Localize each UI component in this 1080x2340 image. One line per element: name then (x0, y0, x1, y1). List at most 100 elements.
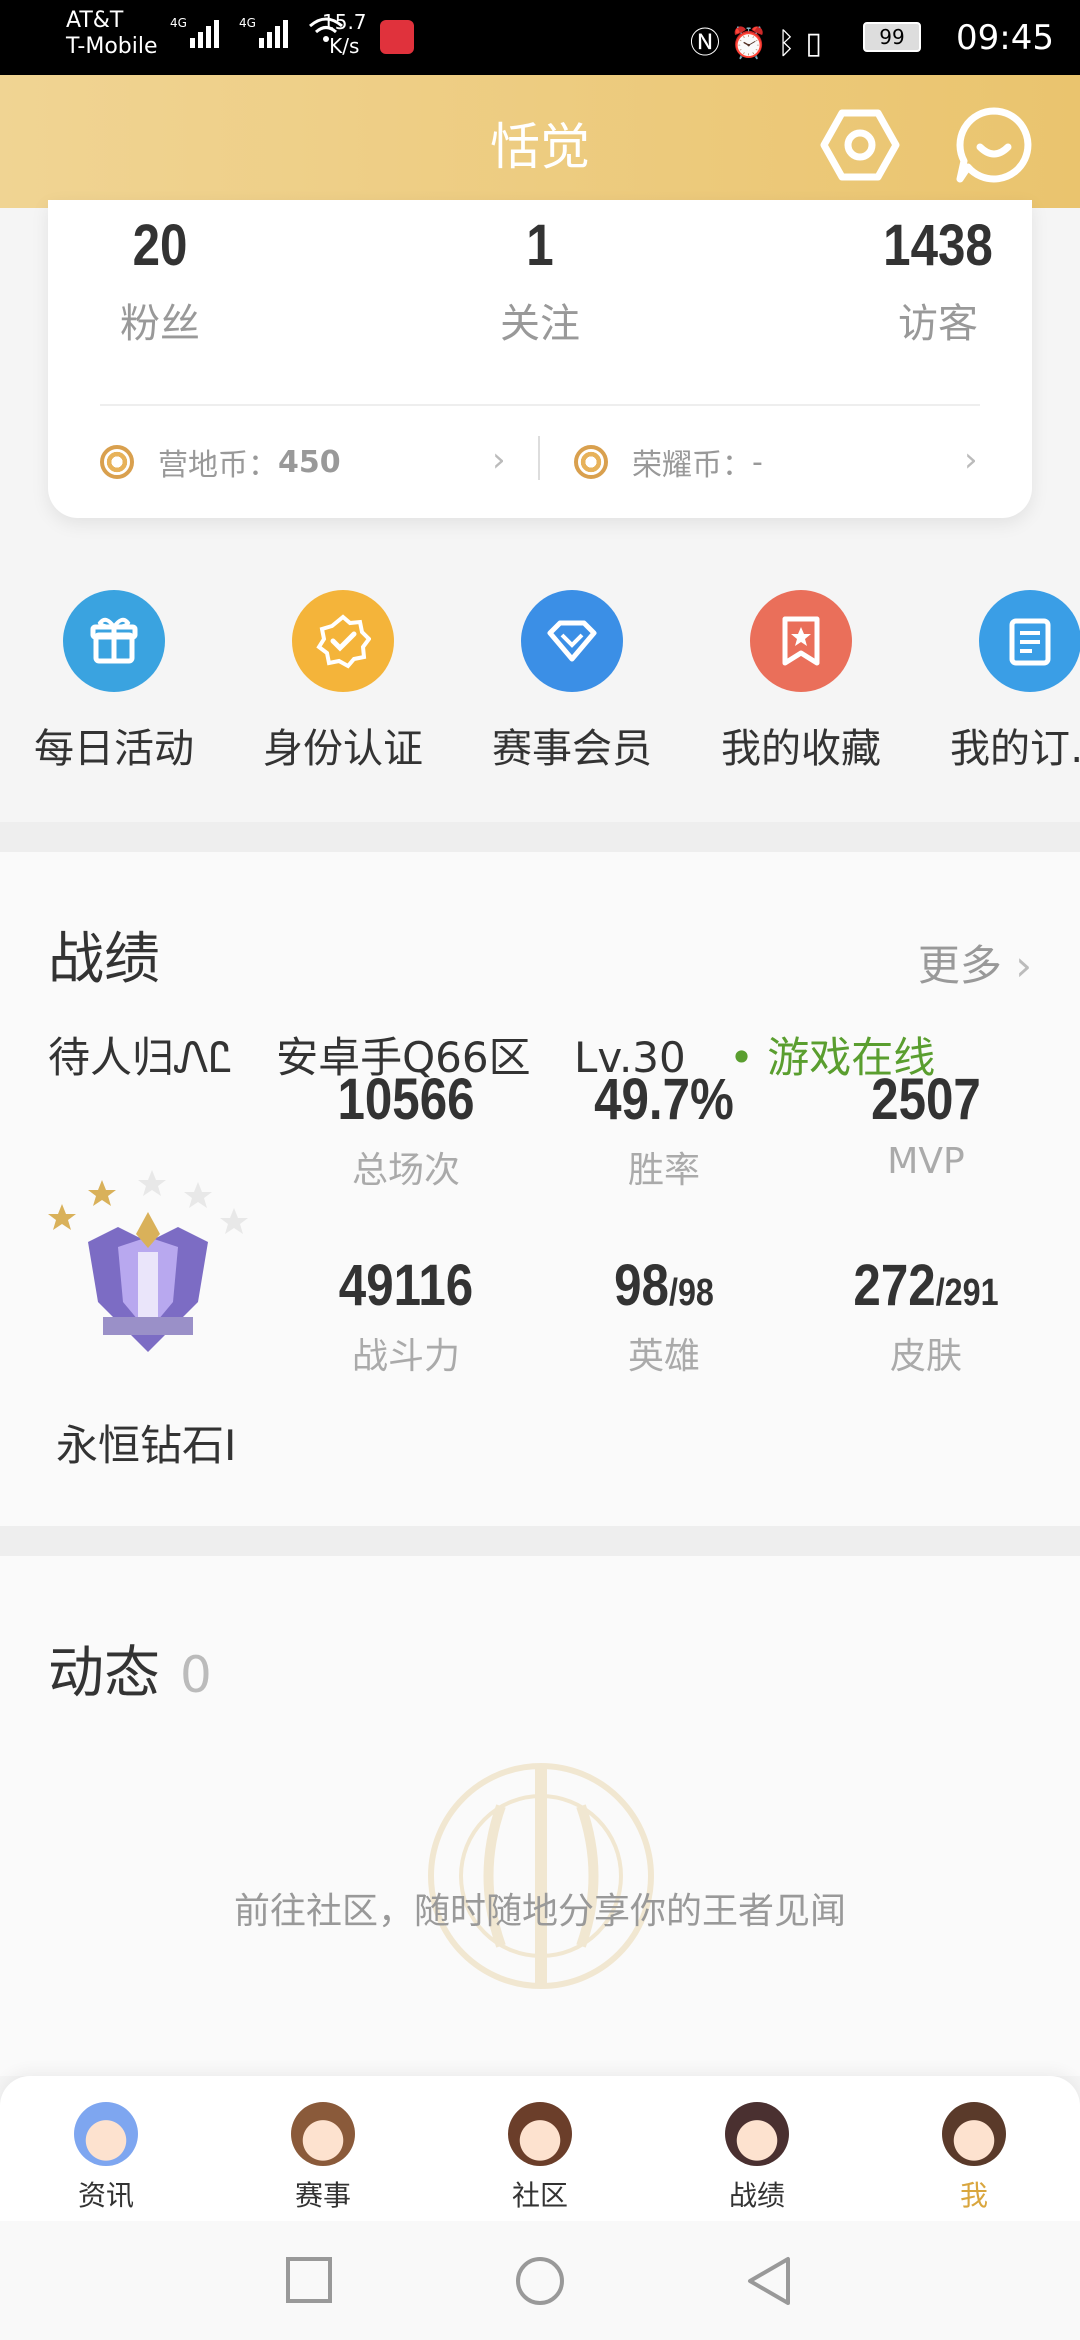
records-title: 战绩 (48, 927, 160, 992)
player-name: 待人归ᏁᏝ (48, 1033, 233, 1082)
tab-events[interactable]: 赛事 (253, 2102, 393, 2214)
camp-coin-value: 450 (278, 444, 341, 480)
more-label: 更多 (917, 941, 1002, 990)
tab-label: 社区 (511, 2179, 568, 2212)
rank-badge-icon[interactable] (48, 1152, 248, 1372)
carrier-text: AT&T T-Mobile (66, 8, 158, 60)
tab-label: 资讯 (77, 2179, 134, 2212)
bluetooth-icon: ᛒ (777, 26, 806, 61)
news-avatar-icon (74, 2102, 138, 2166)
shortcut-event-membership[interactable]: 赛事会员 (472, 590, 672, 774)
tab-label: 我 (959, 2179, 988, 2212)
status-bar: AT&T T-Mobile 4G 4G 15.7 K/s Ⓝ⏰ᛒ▯ 99 09:… (0, 0, 1080, 75)
recents-button[interactable] (284, 2255, 334, 2309)
game-stat-total-matches: 10566 总场次 (286, 1066, 526, 1193)
shortcut-my-orders[interactable]: 我的订… (930, 590, 1080, 774)
stat-value: 10566 (337, 1067, 475, 1132)
page-title: 恬觉 (490, 118, 590, 176)
shortcut-label: 身份认证 (263, 726, 423, 772)
stat-label: 皮肤 (889, 1336, 962, 1377)
stat-value: 49.7% (594, 1067, 734, 1132)
nfc-icon: Ⓝ (690, 26, 730, 61)
stat-label: 英雄 (627, 1336, 700, 1377)
shortcut-my-favorites[interactable]: 我的收藏 (701, 590, 901, 774)
square-icon (286, 2257, 332, 2303)
vibrate-icon: ▯ (805, 26, 832, 61)
bottom-tab-bar: 资讯 赛事 社区 战绩 我 (0, 2076, 1080, 2221)
system-icons: Ⓝ⏰ᛒ▯ (690, 18, 832, 62)
tab-news[interactable]: 资讯 (36, 2102, 176, 2214)
section-gap (0, 1526, 1080, 1556)
camp-coin-label: 营地币： (158, 448, 278, 483)
tab-label: 战绩 (728, 2179, 785, 2212)
tab-label: 赛事 (294, 2179, 351, 2212)
system-navigation-bar (0, 2221, 1080, 2340)
following-label: 关注 (500, 301, 580, 347)
stat-label: 总场次 (351, 1150, 460, 1191)
dynamics-count: 0 (180, 1646, 212, 1704)
clipboard-icon (979, 590, 1080, 692)
empty-state-emblem-icon (416, 1726, 666, 2026)
shortcut-row: 每日活动 身份认证 赛事会员 我的收藏 我的订… (0, 590, 1080, 820)
honor-coin-row[interactable]: 荣耀币： - (574, 440, 763, 484)
shortcut-label: 每日活动 (34, 726, 194, 772)
following-stat[interactable]: 1 关注 (460, 212, 620, 349)
verified-badge-icon (292, 590, 394, 692)
stat-value: 2507 (871, 1067, 981, 1132)
coin-separator (538, 436, 540, 480)
stat-value: 272/291 (824, 1252, 1028, 1319)
gift-icon (63, 590, 165, 692)
bookmark-star-icon (750, 590, 852, 692)
notification-app-icon (380, 20, 414, 54)
stat-label: 胜率 (627, 1150, 700, 1191)
signal-strength-icon: 4G (170, 16, 219, 48)
stat-label: MVP (887, 1141, 965, 1182)
section-gap (0, 822, 1080, 852)
home-button[interactable] (514, 2255, 566, 2311)
game-stat-skins: 272/291 皮肤 (806, 1252, 1046, 1379)
diamond-icon (521, 590, 623, 692)
fans-label: 粉丝 (120, 301, 200, 347)
me-avatar-icon (942, 2102, 1006, 2166)
visitors-label: 访客 (898, 301, 978, 347)
more-link[interactable]: 更多 › (918, 932, 1032, 993)
events-avatar-icon (291, 2102, 355, 2166)
dynamics-title: 动态 0 (48, 1628, 212, 1709)
community-avatar-icon (508, 2102, 572, 2166)
heroes-owned: 98 (614, 1253, 669, 1318)
records-section: 战绩 更多 › 待人归ᏁᏝ 安卓手Q66区 Lv.30 • 游戏在线 永恒钻石I… (0, 852, 1080, 1526)
triangle-back-icon (748, 2257, 790, 2305)
speed-unit: K/s (329, 34, 360, 58)
stat-value: 49116 (338, 1253, 474, 1318)
dynamics-label: 动态 (48, 1641, 160, 1706)
following-count: 1 (526, 213, 554, 278)
camp-coin-row[interactable]: 营地币： 450 (100, 440, 341, 484)
tab-me[interactable]: 我 (904, 2102, 1044, 2214)
message-button[interactable] (954, 105, 1034, 185)
tab-community[interactable]: 社区 (470, 2102, 610, 2214)
back-button[interactable] (744, 2255, 794, 2311)
signal-strength-icon-2: 4G (239, 16, 288, 48)
camp-coin-icon (100, 445, 134, 479)
clock: 09:45 (956, 18, 1054, 58)
tab-records[interactable]: 战绩 (687, 2102, 827, 2214)
signal-icons: 4G 4G (170, 16, 344, 53)
shortcut-identity-verification[interactable]: 身份认证 (243, 590, 443, 774)
chevron-right-icon: › (964, 440, 978, 480)
visitors-count: 1438 (883, 213, 993, 278)
game-stat-mvp: 2507 MVP (806, 1066, 1046, 1182)
shortcut-daily-activity[interactable]: 每日活动 (14, 590, 214, 774)
fans-stat[interactable]: 20 粉丝 (80, 212, 240, 349)
hexagon-settings-icon (820, 109, 900, 181)
honor-coin-value: - (752, 444, 763, 480)
visitors-stat[interactable]: 1438 访客 (858, 212, 1018, 349)
heroes-total: /98 (668, 1272, 714, 1314)
speed-value: 15.7 (322, 10, 367, 34)
shortcut-label: 赛事会员 (492, 726, 652, 772)
chevron-right-icon: › (492, 440, 506, 480)
profile-stats-card: 20 粉丝 1 关注 1438 访客 营地币： 450 › 荣耀币： - › (48, 200, 1032, 518)
empty-state-text[interactable]: 前往社区，随时随地分享你的王者见闻 (0, 1882, 1080, 1934)
battery-icon: 99 (863, 22, 921, 52)
game-stat-win-rate: 49.7% 胜率 (544, 1066, 784, 1193)
settings-button[interactable] (820, 105, 900, 185)
